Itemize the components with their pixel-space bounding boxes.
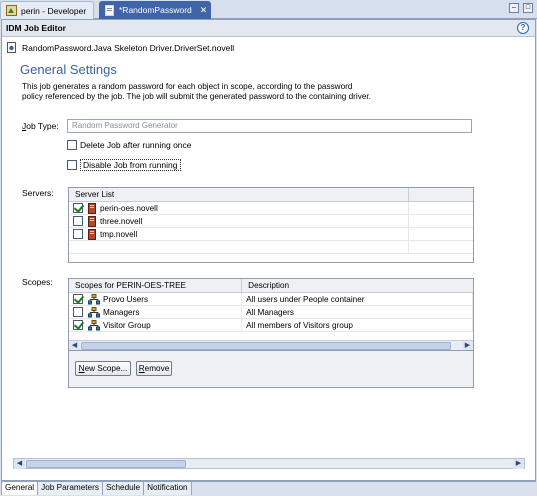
server-name: three.novell <box>100 216 143 226</box>
scopes-label: Scopes: <box>22 277 53 287</box>
maximize-icon[interactable]: □ <box>523 3 533 13</box>
table-row <box>69 240 473 254</box>
tab-perin-developer[interactable]: perin - Developer <box>0 1 94 19</box>
editor-tab-strip: perin - Developer *RandomPassword ✕ – □ <box>0 0 537 19</box>
servers-label: Servers: <box>22 188 54 198</box>
table-row[interactable]: Provo Users All users under People conta… <box>69 292 473 306</box>
disable-job-checkbox[interactable] <box>67 160 77 170</box>
tab-label: perin - Developer <box>21 5 87 16</box>
scope-checkbox[interactable] <box>73 294 83 304</box>
scope-checkbox[interactable] <box>73 307 83 317</box>
scope-name: Managers <box>103 307 140 317</box>
scopes-table: Scopes for PERIN-OES-TREE Description Pr… <box>68 278 474 351</box>
scroll-left-icon[interactable]: ◀ <box>69 341 80 350</box>
table-row[interactable]: Managers All Managers <box>69 305 473 319</box>
server-checkbox[interactable] <box>73 216 83 226</box>
scope-name: Provo Users <box>103 294 149 304</box>
job-type-field[interactable]: Random Password Generator <box>67 119 472 133</box>
scope-checkbox[interactable] <box>73 320 83 330</box>
job-file-icon <box>6 42 17 53</box>
editor-horizontal-scrollbar[interactable]: ◀ ▶ <box>13 458 525 469</box>
scope-name: Visitor Group <box>103 320 151 330</box>
new-scope-button[interactable]: New Scope... <box>75 361 131 376</box>
tab-label: *RandomPassword <box>119 5 192 15</box>
tab-random-password[interactable]: *RandomPassword ✕ <box>99 1 211 19</box>
job-path-text: RandomPassword.Java Skeleton Driver.Driv… <box>22 42 235 53</box>
server-icon <box>88 228 96 240</box>
table-header: Server List <box>69 188 473 202</box>
editor-title: IDM Job Editor <box>6 23 66 33</box>
minimize-icon[interactable]: – <box>509 3 519 13</box>
server-checkbox[interactable] <box>73 203 83 213</box>
server-list-table: Server List perin-oes.novell three.novel… <box>68 187 474 263</box>
table-row[interactable]: Visitor Group All members of Visitors gr… <box>69 318 473 332</box>
description-line: This job generates a random password for… <box>22 82 353 91</box>
server-checkbox[interactable] <box>73 229 83 239</box>
tab-schedule[interactable]: Schedule <box>102 482 145 495</box>
server-name: tmp.novell <box>100 229 138 239</box>
delete-after-run-option[interactable]: Delete Job after running once <box>67 140 192 150</box>
disable-job-label: Disable Job from running <box>80 159 181 171</box>
remove-button[interactable]: Remove <box>136 361 172 376</box>
scope-description: All users under People container <box>246 294 365 304</box>
server-icon <box>88 215 96 227</box>
editor-page-tabs: General Job Parameters Schedule Notifica… <box>1 481 536 495</box>
tab-job-parameters[interactable]: Job Parameters <box>38 482 103 495</box>
scopes-column[interactable]: Scopes for PERIN-OES-TREE <box>69 279 243 293</box>
job-type-label: Job Type: <box>22 121 59 131</box>
close-icon[interactable]: ✕ <box>200 5 208 16</box>
job-type-label-rest: ob Type: <box>26 121 59 131</box>
scope-description: All Managers <box>246 307 294 317</box>
scopes-button-bar: New Scope... Remove <box>68 351 474 388</box>
scope-group-icon <box>88 306 100 318</box>
remove-label-rest: emove <box>144 364 170 373</box>
table-row[interactable]: tmp.novell <box>69 227 473 241</box>
job-path: RandomPassword.Java Skeleton Driver.Driv… <box>6 42 234 53</box>
delete-after-run-label: Delete Job after running once <box>80 140 192 150</box>
scroll-left-icon[interactable]: ◀ <box>14 459 25 469</box>
server-list-column[interactable]: Server List <box>69 188 409 202</box>
scroll-right-icon[interactable]: ▶ <box>462 341 473 350</box>
tab-general[interactable]: General <box>1 482 39 495</box>
scroll-thumb[interactable] <box>81 342 451 350</box>
server-icon <box>88 202 96 214</box>
scope-group-icon <box>88 319 100 331</box>
scroll-right-icon[interactable]: ▶ <box>513 459 524 469</box>
page-title: General Settings <box>20 62 117 77</box>
table-row[interactable]: three.novell <box>69 214 473 228</box>
table-header: Scopes for PERIN-OES-TREE Description <box>69 279 473 293</box>
table-row[interactable]: perin-oes.novell <box>69 201 473 215</box>
disable-job-option[interactable]: Disable Job from running <box>67 159 181 171</box>
new-scope-label-rest: ew Scope... <box>84 364 128 373</box>
job-description: This job generates a random password for… <box>22 82 492 102</box>
tab-notification[interactable]: Notification <box>144 482 192 495</box>
job-editor: IDM Job Editor ? RandomPassword.Java Ske… <box>1 19 536 481</box>
help-icon[interactable]: ? <box>517 22 529 34</box>
job-file-icon <box>104 4 115 16</box>
server-name: perin-oes.novell <box>100 203 158 213</box>
scope-group-icon <box>88 293 100 305</box>
editor-header: IDM Job Editor ? <box>2 20 535 37</box>
scroll-thumb[interactable] <box>26 460 186 468</box>
scope-description: All members of Visitors group <box>246 320 353 330</box>
developer-perspective-icon <box>6 5 17 16</box>
scopes-horizontal-scrollbar[interactable]: ◀ ▶ <box>69 340 473 350</box>
empty-column <box>409 188 473 202</box>
delete-after-run-checkbox[interactable] <box>67 140 77 150</box>
description-column[interactable]: Description <box>242 279 473 293</box>
description-line: policy referenced by the job. The job wi… <box>22 92 371 101</box>
